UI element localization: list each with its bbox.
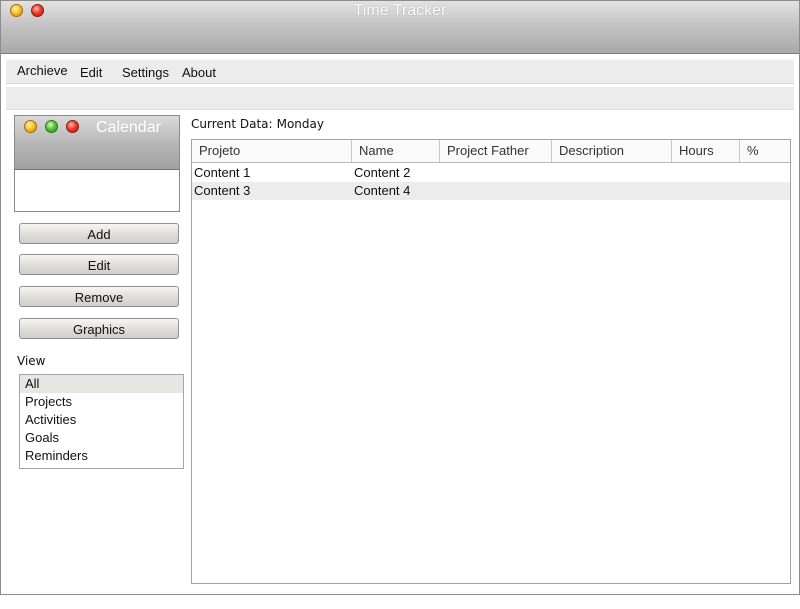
column-header-projeto[interactable]: Projeto — [192, 140, 352, 162]
menu-about[interactable]: About — [182, 65, 216, 80]
table-row[interactable]: Content 3 Content 4 — [192, 182, 790, 200]
table-row[interactable]: Content 1 Content 2 — [192, 164, 790, 182]
view-item-goals[interactable]: Goals — [20, 429, 183, 447]
column-header-description[interactable]: Description — [552, 140, 672, 162]
table-cell: Content 2 — [354, 165, 411, 180]
window-title: Time Tracker — [353, 2, 447, 19]
view-list[interactable]: All Projects Activities Goals Reminders — [19, 374, 184, 469]
view-item-activities[interactable]: Activities — [20, 411, 183, 429]
column-header-hours[interactable]: Hours — [672, 140, 740, 162]
menu-settings[interactable]: Settings — [122, 65, 169, 80]
add-button[interactable]: Add — [19, 223, 179, 244]
table-cell: Content 4 — [354, 183, 411, 198]
close-icon[interactable] — [66, 120, 79, 133]
column-header-name[interactable]: Name — [352, 140, 440, 162]
calendar-title: Calendar — [96, 119, 161, 136]
current-data-label: Current Data: — [191, 117, 273, 131]
view-label: View — [17, 354, 46, 368]
table-cell: Content 3 — [194, 183, 251, 198]
graphics-button[interactable]: Graphics — [19, 318, 179, 339]
column-header-project-father[interactable]: Project Father — [440, 140, 552, 162]
current-data: Current Data: Monday — [191, 117, 328, 131]
column-header-percent[interactable]: % — [740, 140, 790, 162]
toolbar — [6, 87, 794, 110]
menu-archieve[interactable]: Archieve — [17, 63, 68, 78]
current-data-value: Monday — [276, 117, 324, 131]
title-bar[interactable]: Time Tracker — [1, 1, 799, 54]
calendar-panel[interactable]: Calendar — [14, 115, 180, 212]
minimize-icon[interactable] — [24, 120, 37, 133]
menu-bar: Archieve Edit Settings About — [6, 59, 794, 84]
app-window: Time Tracker Archieve Edit Settings Abou… — [0, 0, 800, 595]
view-item-all[interactable]: All — [20, 375, 183, 393]
zoom-icon[interactable] — [45, 120, 58, 133]
project-table[interactable]: Projeto Name Project Father Description … — [191, 139, 791, 584]
remove-button[interactable]: Remove — [19, 286, 179, 307]
view-item-projects[interactable]: Projects — [20, 393, 183, 411]
table-header: Projeto Name Project Father Description … — [192, 140, 790, 163]
edit-button[interactable]: Edit — [19, 254, 179, 275]
table-cell: Content 1 — [194, 165, 251, 180]
menu-edit[interactable]: Edit — [80, 65, 102, 80]
view-item-reminders[interactable]: Reminders — [20, 447, 183, 465]
calendar-title-bar: Calendar — [15, 116, 179, 170]
